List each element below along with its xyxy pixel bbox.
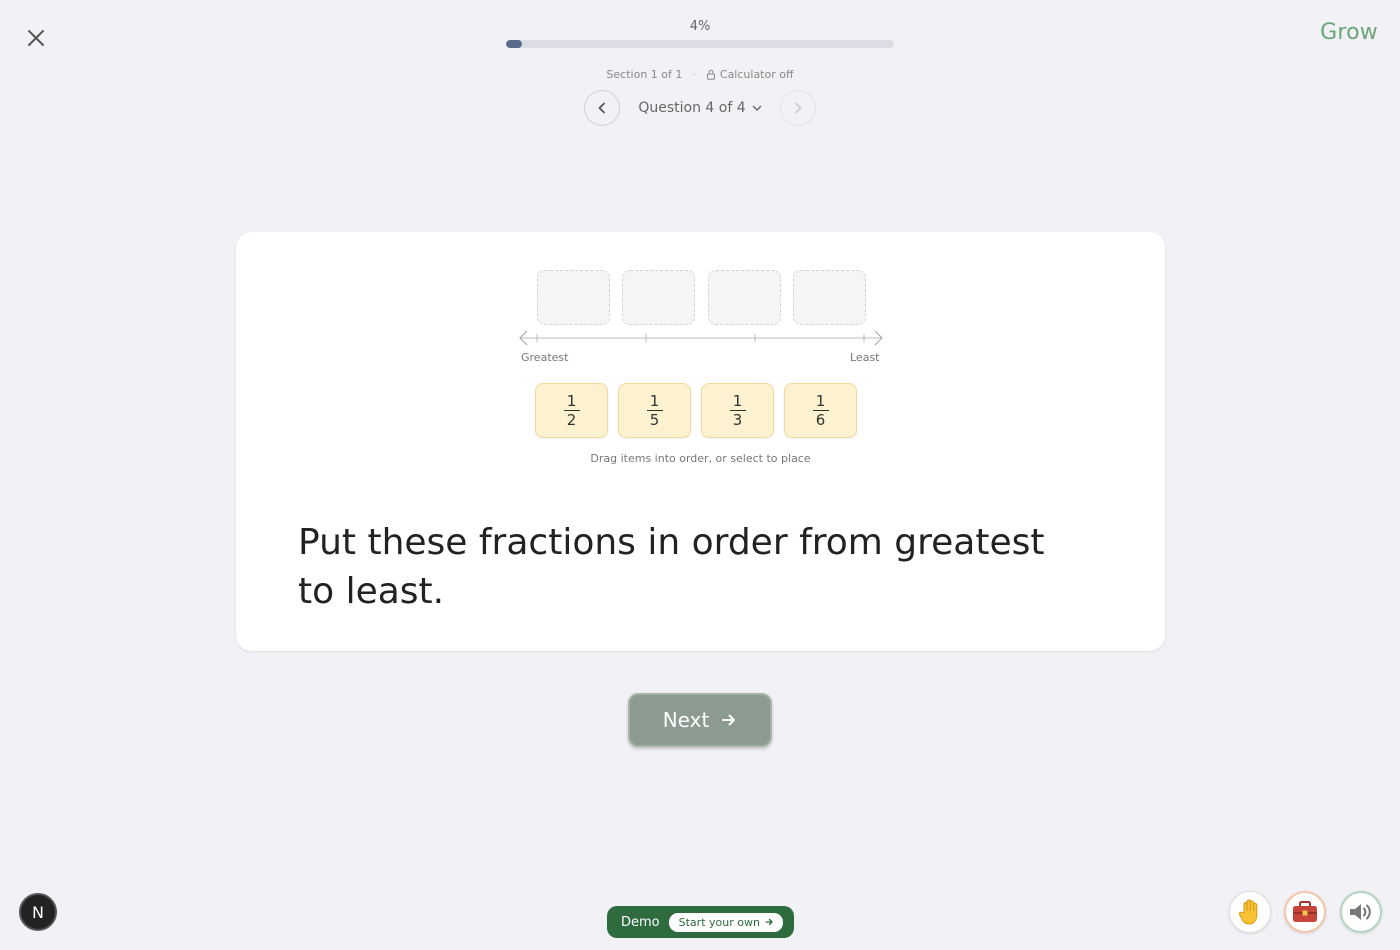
start-your-own-button[interactable]: Start your own bbox=[668, 912, 783, 932]
avatar[interactable]: N bbox=[19, 893, 57, 931]
previous-question-button[interactable] bbox=[584, 90, 621, 126]
section-label: Section 1 of 1 bbox=[606, 68, 683, 81]
section-meta: Section 1 of 1 · Calculator off bbox=[0, 68, 1400, 81]
speaker-icon bbox=[1350, 904, 1371, 920]
fraction: 1 3 bbox=[729, 391, 746, 430]
drag-hint: Drag items into order, or select to plac… bbox=[590, 452, 811, 465]
progress-indicator: 4% bbox=[506, 18, 894, 48]
chevron-down-icon bbox=[752, 105, 761, 111]
progress-percent: 4% bbox=[689, 19, 711, 34]
next-button-label: Next bbox=[662, 708, 710, 732]
calculator-status: Calculator off bbox=[706, 68, 794, 81]
demo-banner: Demo Start your own bbox=[607, 906, 794, 938]
hand-icon bbox=[1238, 899, 1258, 925]
drop-slot[interactable] bbox=[793, 270, 866, 325]
next-button[interactable]: Next bbox=[628, 693, 772, 747]
drop-slot[interactable] bbox=[622, 270, 695, 325]
fraction-denominator: 2 bbox=[566, 411, 577, 430]
raise-hand-button[interactable] bbox=[1229, 891, 1271, 933]
drop-slot[interactable] bbox=[708, 270, 781, 325]
toolkit-button[interactable] bbox=[1284, 891, 1326, 933]
toolkit-icon bbox=[1293, 901, 1317, 922]
close-icon bbox=[28, 30, 44, 46]
question-select[interactable]: Question 4 of 4 bbox=[638, 100, 761, 116]
fraction: 1 2 bbox=[563, 391, 580, 430]
arrow-right-icon bbox=[765, 918, 773, 926]
question-text: Put these fractions in order from greate… bbox=[298, 522, 1045, 612]
arrow-right-icon bbox=[722, 714, 736, 726]
calculator-label: Calculator off bbox=[719, 68, 794, 81]
chevron-left-icon bbox=[598, 102, 606, 114]
start-your-own-label: Start your own bbox=[678, 915, 760, 929]
chevron-right-icon bbox=[794, 102, 802, 114]
close-button[interactable] bbox=[22, 24, 50, 52]
axis-label-least: Least bbox=[850, 351, 880, 364]
question-nav: Question 4 of 4 bbox=[0, 90, 1400, 126]
lock-icon bbox=[706, 69, 715, 80]
fraction-numerator: 1 bbox=[649, 391, 660, 410]
fraction-numerator: 1 bbox=[732, 391, 743, 410]
fraction-numerator: 1 bbox=[815, 391, 826, 410]
progress-fill bbox=[506, 40, 522, 48]
fraction-tile[interactable]: 1 6 bbox=[784, 383, 857, 438]
fraction-tile[interactable]: 1 5 bbox=[618, 383, 691, 438]
drop-slots bbox=[537, 270, 866, 325]
fraction-tile[interactable]: 1 2 bbox=[535, 383, 608, 438]
separator-dot: · bbox=[692, 68, 696, 81]
drop-slot[interactable] bbox=[537, 270, 610, 325]
fraction: 1 6 bbox=[812, 391, 829, 430]
fraction-denominator: 6 bbox=[815, 411, 826, 430]
axis-label-greatest: Greatest bbox=[521, 351, 569, 364]
fraction-tile[interactable]: 1 3 bbox=[701, 383, 774, 438]
question-select-label: Question 4 of 4 bbox=[638, 100, 746, 116]
fraction: 1 5 bbox=[646, 391, 663, 430]
demo-label: Demo bbox=[621, 914, 660, 930]
sound-button[interactable] bbox=[1340, 891, 1382, 933]
order-axis bbox=[519, 330, 883, 346]
fraction-numerator: 1 bbox=[566, 391, 577, 410]
brand-logo: Grow bbox=[1320, 20, 1378, 45]
fraction-denominator: 3 bbox=[732, 411, 743, 430]
next-question-button[interactable] bbox=[779, 90, 816, 126]
progress-track bbox=[506, 40, 894, 48]
fraction-tiles: 1 2 1 5 1 3 1 6 bbox=[535, 383, 857, 438]
fraction-denominator: 5 bbox=[649, 411, 660, 430]
question-card: Greatest Least 1 2 1 5 1 3 1 6 Drag item… bbox=[236, 232, 1165, 651]
